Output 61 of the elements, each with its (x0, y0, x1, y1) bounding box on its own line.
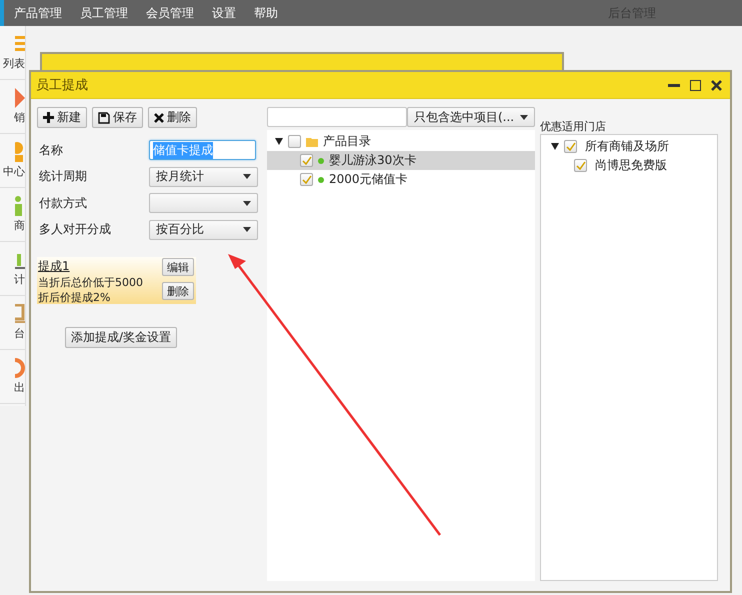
sidebar-icon[interactable] (15, 358, 25, 378)
toolbar-button[interactable]: 保存 (92, 107, 143, 128)
menu-item[interactable]: 员工管理 (80, 4, 137, 22)
menu-item[interactable]: 会员管理 (146, 4, 203, 22)
toolbar-button[interactable]: 新建 (37, 107, 87, 128)
tree-row[interactable]: 婴儿游泳30次卡 (267, 151, 535, 170)
menu-item[interactable]: 帮助 (254, 4, 287, 22)
dropdown[interactable]: 按百分比 (149, 220, 258, 240)
tree-item[interactable]: 产品目录 (323, 133, 371, 150)
tree-item[interactable]: 尚博思免费版 (595, 157, 667, 174)
caret-icon (243, 227, 251, 232)
rule-title: 提成1 (38, 258, 71, 275)
close-icon[interactable] (711, 80, 722, 90)
dropdown[interactable]: 按月统计 (149, 166, 258, 186)
rule-button[interactable]: 删除 (162, 282, 194, 300)
section-label: 优惠适用门店 (540, 119, 607, 134)
sidebar-item[interactable]: 列表 (3, 56, 25, 71)
rule-text: 当折后总价低于5000 (38, 275, 144, 290)
checkbox[interactable] (564, 140, 577, 153)
status-dot (318, 158, 324, 164)
checkbox[interactable] (300, 154, 313, 167)
expand-triangle-icon[interactable] (275, 138, 283, 145)
add-setting-button[interactable]: 添加提成/奖金设置 (65, 327, 178, 348)
tree-item[interactable]: 2000元储值卡 (329, 171, 408, 188)
sidebar-icon[interactable] (15, 88, 25, 108)
sidebar-item[interactable]: 出 (14, 380, 25, 395)
minimize-icon[interactable] (668, 84, 680, 86)
sidebar-item[interactable]: 商 (14, 218, 25, 233)
dropdown[interactable] (149, 193, 258, 213)
field-label: 付款方式 (38, 194, 88, 212)
expand-triangle-icon[interactable] (551, 143, 559, 150)
sidebar-item[interactable]: 台 (14, 326, 25, 341)
status-dot (318, 176, 324, 182)
tree-item[interactable]: 所有商铺及场所 (585, 138, 669, 155)
menu-item[interactable]: 产品管理 (14, 4, 71, 22)
sidebar-icon[interactable] (15, 304, 25, 324)
folder-icon (306, 136, 318, 146)
rule-text: 折后价提成2% (38, 290, 112, 305)
sidebar-item[interactable]: 销 (14, 110, 25, 125)
field-label: 多人对开分成 (38, 221, 112, 238)
caret-icon (520, 114, 528, 120)
maximize-icon[interactable] (690, 80, 701, 90)
tree-item[interactable]: 婴儿游泳30次卡 (329, 152, 416, 169)
search-field[interactable] (267, 107, 407, 127)
rule-button[interactable]: 编辑 (162, 258, 194, 276)
caret-icon (243, 174, 251, 179)
caret-icon (243, 200, 251, 206)
toolbar-button[interactable]: 删除 (148, 107, 197, 128)
field-label: 名称 (38, 142, 64, 158)
sidebar-item[interactable]: 计 (14, 272, 25, 287)
checkbox[interactable] (300, 173, 313, 186)
close-icon (154, 112, 164, 122)
plus-icon (43, 112, 54, 123)
tree-row[interactable]: 2000元储值卡 (267, 170, 535, 189)
filter-dropdown[interactable]: 只包含选中项目(... (407, 107, 535, 127)
field-label: 统计周期 (38, 168, 88, 185)
checkbox[interactable] (574, 159, 587, 172)
menu-item[interactable]: 设置 (212, 4, 245, 22)
checkbox[interactable] (288, 135, 301, 148)
sidebar-item[interactable]: 中心 (3, 164, 25, 179)
window-title: 员工提成 (36, 77, 88, 94)
